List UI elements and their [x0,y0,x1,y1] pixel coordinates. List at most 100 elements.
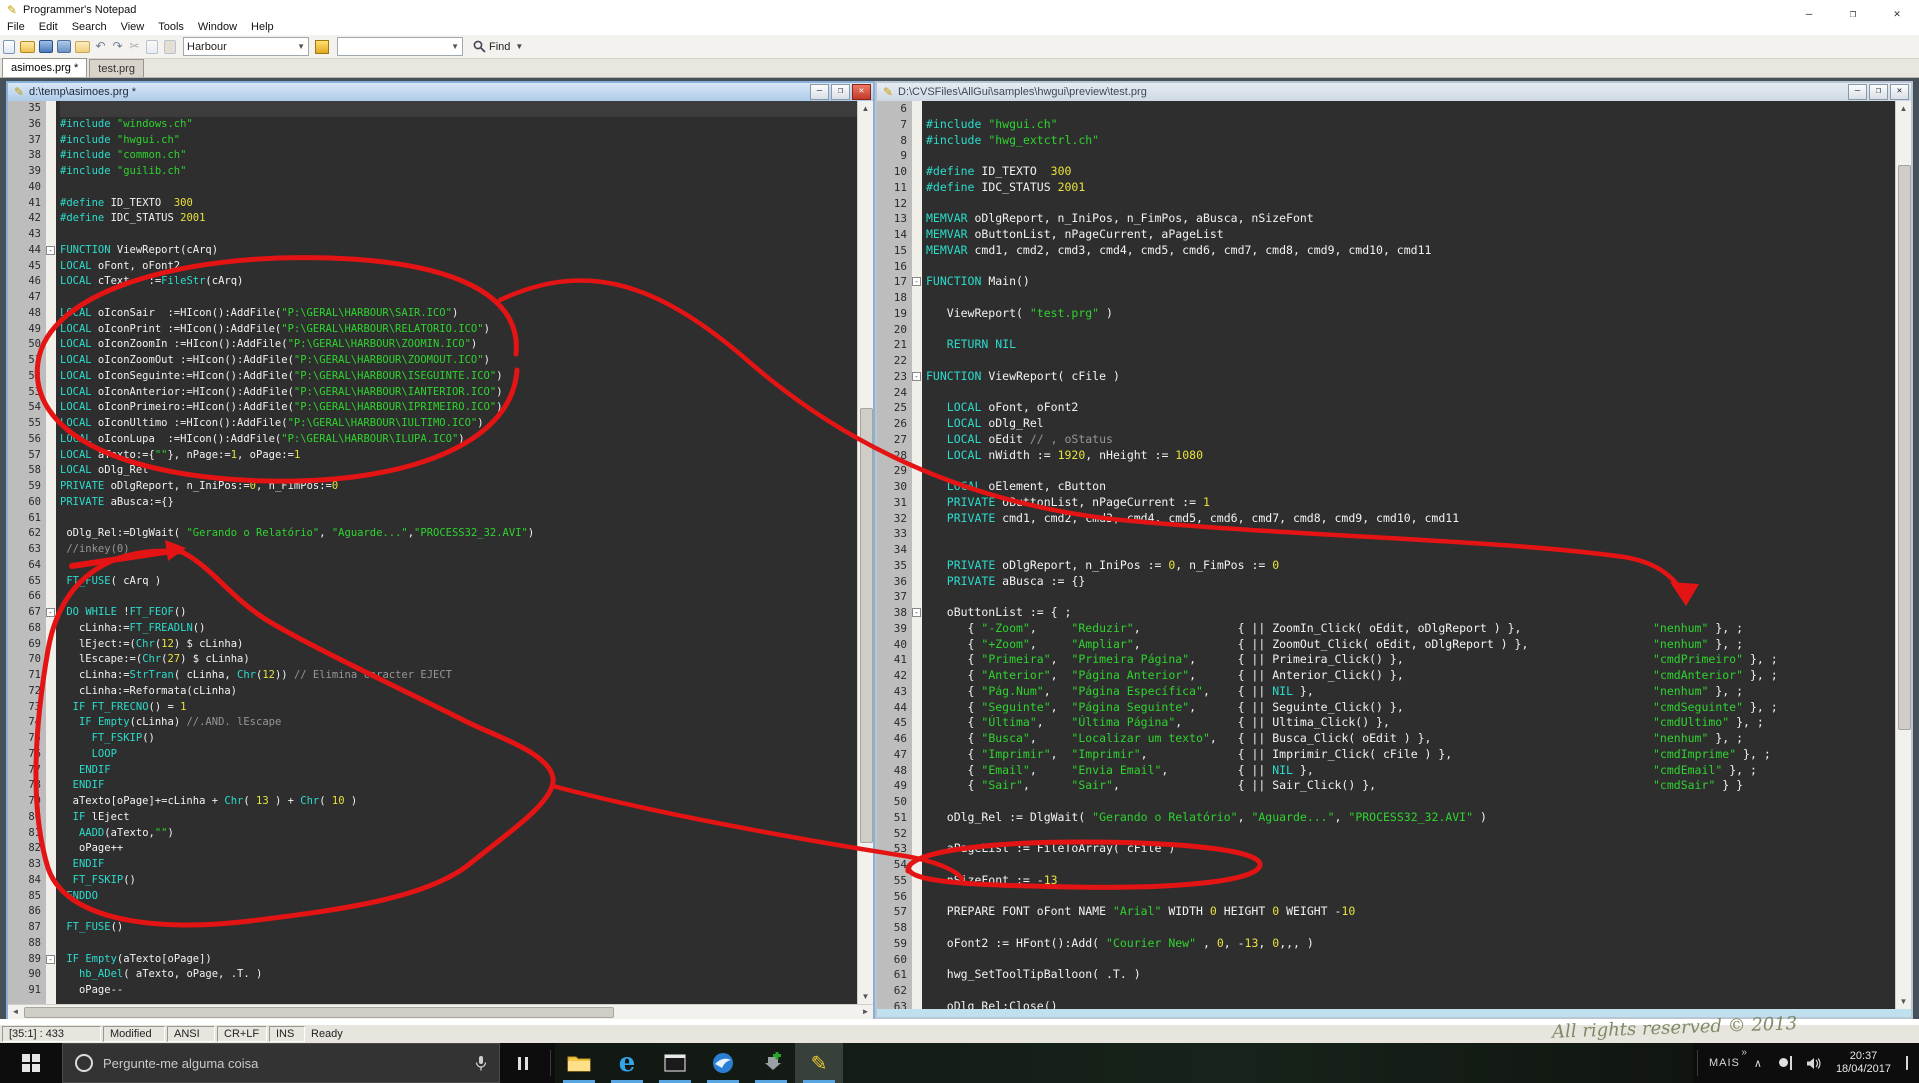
code-line[interactable]: PRIVATE oButtonList, nPageCurrent := 1 [926,495,1895,511]
child-restore-button[interactable]: ❐ [831,84,850,100]
code-line[interactable]: FT_FUSE( cArq ) [60,574,857,590]
code-line[interactable]: #include "guilib.ch" [60,164,857,180]
scroll-right-icon[interactable]: ► [858,1005,873,1018]
code-line[interactable]: LOCAL oFont, oFont2 [60,259,857,275]
code-line[interactable]: hwg_SetToolTipBalloon( .T. ) [926,967,1895,983]
code-line[interactable]: LOCAL aTexto:={""}, nPage:=1, oPage:=1 [60,448,857,464]
fold-toggle-icon[interactable]: - [912,277,921,286]
copy-icon[interactable] [146,40,158,54]
code-line[interactable] [926,526,1895,542]
code-line[interactable]: LOCAL oIconAnterior:=HIcon():AddFile("P:… [60,385,857,401]
code-line[interactable] [60,558,857,574]
code-line[interactable]: #include "windows.ch" [60,117,857,133]
taskbar-clock[interactable]: 20:37 18/04/2017 [1836,1050,1891,1076]
code-line[interactable]: FUNCTION ViewReport(cArq) [60,243,857,259]
code-line[interactable]: DO WHILE !FT_FEOF() [60,605,857,621]
code-line[interactable]: IF Empty(cLinha) //.AND. lEscape [60,715,857,731]
code-line[interactable]: #include "hwg_extctrl.ch" [926,133,1895,149]
code-line[interactable] [60,101,857,117]
child-titlebar[interactable]: ✎ d:\temp\asimoes.prg * – ❐ ✕ [8,83,873,101]
code-line[interactable]: MEMVAR oDlgReport, n_IniPos, n_FimPos, a… [926,211,1895,227]
code-line[interactable]: LOCAL oIconPrint :=HIcon():AddFile("P:\G… [60,322,857,338]
code-line[interactable] [926,983,1895,999]
scroll-up-icon[interactable]: ▲ [858,101,873,116]
code-line[interactable]: ENDIF [60,763,857,779]
code-line[interactable]: #define ID_TEXTO 300 [60,196,857,212]
code-line[interactable]: LOCAL oDlg_Rel [926,416,1895,432]
save-icon[interactable] [39,40,53,53]
code-line[interactable]: oDlg_Rel := DlgWait( "Gerando o Relatóri… [926,810,1895,826]
code-line[interactable]: { "Última", "Última Página", { || Ultima… [926,715,1895,731]
code-line[interactable]: FT_FSKIP() [60,873,857,889]
code-text-area[interactable]: #include "windows.ch"#include "hwgui.ch"… [56,101,857,1004]
code-line[interactable]: { "Email", "Envia Email", { || NIL }, "c… [926,763,1895,779]
code-line[interactable]: aTexto[oPage]+=cLinha + Chr( 13 ) + Chr(… [60,794,857,810]
fold-margin[interactable]: --- [912,101,922,1009]
code-line[interactable] [926,259,1895,275]
taskbar-console[interactable] [651,1043,699,1083]
code-line[interactable]: { "Busca", "Localizar um texto", { || Bu… [926,731,1895,747]
scrollbar-thumb[interactable] [24,1007,614,1018]
vertical-scrollbar[interactable]: ▲ ▼ [1895,101,1911,1009]
code-line[interactable] [926,196,1895,212]
code-line[interactable] [926,794,1895,810]
horizontal-scrollbar[interactable]: ◄ ► [8,1004,873,1019]
child-close-button[interactable]: ✕ [1890,84,1909,100]
code-line[interactable]: cLinha:=Reformata(cLinha) [60,684,857,700]
code-line[interactable] [926,857,1895,873]
cortana-search-box[interactable]: Pergunte-me alguma coisa [62,1043,500,1083]
code-line[interactable] [60,290,857,306]
vertical-scrollbar[interactable]: ▲ ▼ [857,101,873,1004]
code-line[interactable]: cLinha:=StrTran( cLinha, Chr(12)) // Eli… [60,668,857,684]
menu-search[interactable]: Search [65,20,114,34]
code-line[interactable]: LOCAL oIconLupa :=HIcon():AddFile("P:\GE… [60,432,857,448]
code-line[interactable]: oPage-- [60,983,857,999]
scheme-select[interactable]: Harbour ▼ [183,37,309,56]
microphone-icon[interactable] [475,1055,487,1072]
code-line[interactable]: PREPARE FONT oFont NAME "Arial" WIDTH 0 … [926,904,1895,920]
code-line[interactable]: LOCAL cText :=FileStr(cArq) [60,274,857,290]
code-line[interactable]: LOCAL oEdit // , oStatus [926,432,1895,448]
code-line[interactable]: LOCAL oDlg_Rel [60,463,857,479]
code-line[interactable]: nSizeFont := -13 [926,873,1895,889]
taskbar-file-explorer[interactable] [555,1043,603,1083]
close-file-icon[interactable] [75,41,90,53]
code-line[interactable]: LOCAL oElement, cButton [926,479,1895,495]
fold-toggle-icon[interactable]: - [46,608,55,617]
code-line[interactable]: oButtonList := { ; [926,605,1895,621]
taskbar-thunderbird[interactable] [699,1043,747,1083]
fold-margin[interactable]: --- [46,101,56,1004]
scrollbar-thumb[interactable] [860,408,873,843]
find-input[interactable]: ▼ [337,37,463,56]
code-line[interactable]: //inkey(0) [60,542,857,558]
child-restore-button[interactable]: ❐ [1869,84,1888,100]
code-line[interactable]: { "Anterior", "Página Anterior", { || An… [926,668,1895,684]
child-minimize-button[interactable]: – [1848,84,1867,100]
fold-toggle-icon[interactable]: - [46,955,55,964]
undo-icon[interactable]: ↶ [93,39,108,54]
code-line[interactable]: PRIVATE aBusca:={} [60,495,857,511]
menu-edit[interactable]: Edit [32,20,65,34]
code-line[interactable]: #define IDC_STATUS 2001 [926,180,1895,196]
code-line[interactable]: lEject:=(Chr(12) $ cLinha) [60,637,857,653]
code-line[interactable]: IF lEject [60,810,857,826]
code-line[interactable]: { "+Zoom", "Ampliar", { || ZoomOut_Click… [926,637,1895,653]
taskbar-update-tool[interactable] [747,1043,795,1083]
code-line[interactable]: oPage++ [60,841,857,857]
paste-icon[interactable] [164,40,176,54]
save-all-icon[interactable] [57,40,71,53]
code-line[interactable] [926,322,1895,338]
code-line[interactable]: #include "hwgui.ch" [60,133,857,149]
code-line[interactable]: FT_FUSE() [60,920,857,936]
code-line[interactable] [60,589,857,605]
code-line[interactable]: cLinha:=FT_FREADLN() [60,621,857,637]
code-line[interactable] [926,952,1895,968]
code-line[interactable]: { "-Zoom", "Reduzir", { || ZoomIn_Click(… [926,621,1895,637]
code-line[interactable]: #define ID_TEXTO 300 [926,164,1895,180]
code-line[interactable]: oFont2 := HFont():Add( "Courier New" , 0… [926,936,1895,952]
code-line[interactable]: PRIVATE cmd1, cmd2, cmd3, cmd4, cmd5, cm… [926,511,1895,527]
code-line[interactable]: #include "hwgui.ch" [926,117,1895,133]
code-line[interactable]: #define IDC_STATUS 2001 [60,211,857,227]
display-icon[interactable] [1790,1057,1792,1069]
menu-help[interactable]: Help [244,20,281,34]
